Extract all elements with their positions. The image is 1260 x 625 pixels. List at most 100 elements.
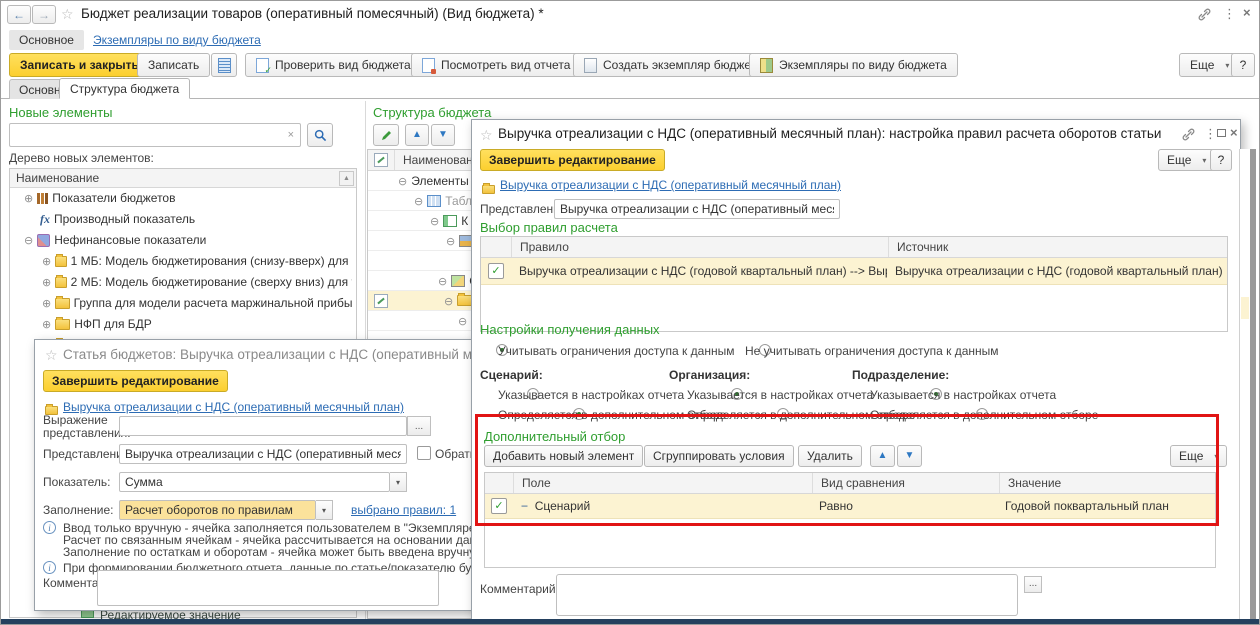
structure-move-down-button[interactable]: ▼ bbox=[431, 124, 455, 146]
rules-finish-editing-button[interactable]: Завершить редактирование bbox=[480, 149, 665, 171]
check-budget-button[interactable]: Проверить вид бюджета bbox=[245, 53, 422, 77]
collapse-icon[interactable] bbox=[398, 174, 407, 188]
save-button[interactable]: Записать bbox=[137, 53, 210, 77]
tree-item-model-1mb[interactable]: 1 МБ: Модель бюджетирования (снизу-вверх… bbox=[42, 251, 352, 271]
rules-table-row[interactable]: Выручка отреализации с НДС (годовой квар… bbox=[481, 258, 1227, 285]
dialog-help-button[interactable]: ? bbox=[1210, 149, 1232, 171]
search-input[interactable] bbox=[10, 125, 282, 145]
collapse-icon[interactable] bbox=[430, 214, 439, 228]
selected-rules-link[interactable]: выбрано правил: 1 bbox=[351, 503, 456, 517]
filter-enabled-checkbox[interactable] bbox=[491, 498, 507, 514]
vertical-scrollbar[interactable] bbox=[1250, 149, 1256, 619]
save-close-button[interactable]: Записать и закрыть bbox=[9, 53, 150, 77]
fill-label: Заполнение: bbox=[43, 503, 113, 517]
expand-icon[interactable] bbox=[42, 296, 51, 310]
window-menu-icon[interactable]: ⋮ bbox=[1223, 7, 1236, 20]
tree-item-nonfinancial[interactable]: Нефинансовые показатели bbox=[24, 230, 206, 250]
comment-textarea[interactable] bbox=[97, 570, 439, 606]
delete-button[interactable]: Удалить bbox=[798, 445, 862, 467]
department-additional-filter-label: Определяется в дополнительном отборе bbox=[870, 408, 1098, 422]
fill-dropdown-icon[interactable] bbox=[316, 500, 333, 520]
indicator-select[interactable]: Сумма bbox=[119, 472, 390, 492]
reverse-sign-checkbox[interactable] bbox=[417, 446, 431, 460]
filter-more-button[interactable]: Еще bbox=[1170, 445, 1227, 467]
comment-textarea[interactable] bbox=[556, 574, 1018, 616]
expand-icon[interactable] bbox=[42, 317, 51, 331]
presentation-input[interactable] bbox=[554, 199, 840, 219]
search-clear-icon[interactable]: × bbox=[282, 129, 300, 141]
indicator-value: Сумма bbox=[125, 475, 163, 489]
indicator-dropdown-icon[interactable] bbox=[390, 472, 407, 492]
comment-ellipsis-button[interactable] bbox=[1024, 576, 1042, 593]
read-data-button[interactable] bbox=[211, 53, 237, 77]
copy-link-icon[interactable] bbox=[1182, 128, 1195, 141]
group-conditions-button[interactable]: Сгруппировать условия bbox=[644, 445, 794, 467]
expression-input[interactable] bbox=[119, 416, 407, 436]
folder-icon bbox=[457, 295, 472, 306]
tree-scroll-up-icon[interactable]: ▲ bbox=[339, 171, 354, 186]
dialog-favorite-star-icon[interactable]: ☆ bbox=[480, 128, 493, 142]
dialog-close-icon[interactable]: × bbox=[1230, 126, 1238, 139]
expand-icon[interactable] bbox=[24, 191, 33, 205]
expand-icon[interactable] bbox=[42, 275, 51, 289]
collapse-icon[interactable] bbox=[444, 294, 453, 308]
instances-label: Экземпляры по виду бюджета bbox=[779, 58, 947, 72]
rules-item-link[interactable]: Выручка отреализации с НДС (оперативный … bbox=[500, 178, 841, 192]
filter-move-up-button[interactable]: ▲ bbox=[870, 445, 895, 467]
info-icon bbox=[43, 561, 56, 574]
tree-item-label: Производный показатель bbox=[54, 212, 195, 226]
collapse-icon[interactable] bbox=[458, 314, 467, 328]
tree-item-budget-indicators[interactable]: Показатели бюджетов bbox=[24, 188, 175, 208]
expression-ellipsis-button[interactable] bbox=[407, 416, 431, 436]
collapse-icon[interactable] bbox=[446, 234, 455, 248]
nav-link-instances[interactable]: Экземпляры по виду бюджета bbox=[93, 33, 261, 47]
presentation-input[interactable] bbox=[119, 444, 407, 464]
collapse-icon[interactable] bbox=[414, 194, 423, 208]
back-button[interactable]: ← bbox=[7, 5, 31, 24]
collapse-icon[interactable] bbox=[24, 233, 33, 247]
rules-column-rule: Правило bbox=[512, 237, 889, 257]
fill-value: Расчет оборотов по правилам bbox=[125, 503, 293, 517]
tree-item-nfp-bdr[interactable]: НФП для БДР bbox=[42, 314, 352, 334]
search-button[interactable] bbox=[307, 123, 333, 147]
copy-link-icon[interactable] bbox=[1198, 8, 1211, 21]
structure-panel-title: Структура бюджета bbox=[373, 105, 491, 120]
tab-structure[interactable]: Структура бюджета bbox=[59, 78, 190, 99]
structure-move-up-button[interactable]: ▲ bbox=[405, 124, 429, 146]
group-conditions-label: Сгруппировать условия bbox=[653, 449, 785, 463]
rule-cell: Выручка отреализации с НДС (годовой квар… bbox=[511, 264, 887, 278]
fx-icon: fx bbox=[40, 212, 50, 227]
dialog-maximize-icon[interactable] bbox=[1217, 129, 1226, 137]
nav-section-label: Основное bbox=[19, 33, 74, 47]
article-item-link[interactable]: Выручка отреализации с НДС (оперативный … bbox=[63, 400, 404, 414]
filter-checkbox-column bbox=[485, 473, 514, 493]
filter-move-down-button[interactable]: ▼ bbox=[897, 445, 922, 467]
save-close-label: Записать и закрыть bbox=[20, 58, 139, 72]
collapse-icon[interactable] bbox=[438, 274, 447, 288]
window-close-icon[interactable]: × bbox=[1243, 6, 1251, 19]
tree-item-derived-indicator[interactable]: fx Производный показатель bbox=[40, 209, 195, 229]
nav-section-main[interactable]: Основное bbox=[9, 30, 84, 50]
dialog-menu-icon[interactable]: ⋮ bbox=[1204, 127, 1217, 140]
dialog-more-button[interactable]: Еще bbox=[1158, 149, 1215, 171]
dialog-help-label: ? bbox=[1218, 153, 1225, 167]
help-button[interactable]: ? bbox=[1231, 53, 1255, 77]
dialog-favorite-star-icon[interactable]: ☆ bbox=[45, 348, 58, 362]
rule-enabled-checkbox[interactable] bbox=[488, 263, 504, 279]
filter-table-row[interactable]: − Сценарий Равно Годовой поквартальный п… bbox=[485, 494, 1215, 519]
instances-button[interactable]: Экземпляры по виду бюджета bbox=[749, 53, 958, 77]
filter-table-header: Поле Вид сравнения Значение bbox=[485, 473, 1215, 494]
view-report-button[interactable]: Посмотреть вид отчета bbox=[411, 53, 581, 77]
arrow-down-icon: ▼ bbox=[438, 130, 448, 140]
structure-edit-button[interactable] bbox=[373, 124, 399, 146]
tree-item-margin-group[interactable]: Группа для модели расчета маржинальной п… bbox=[42, 293, 352, 313]
favorite-star-icon[interactable]: ☆ bbox=[61, 7, 74, 21]
article-finish-editing-button[interactable]: Завершить редактирование bbox=[43, 370, 228, 392]
create-instance-button[interactable]: Создать экземпляр бюджета bbox=[573, 53, 774, 77]
add-element-button[interactable]: Добавить новый элемент bbox=[484, 445, 643, 467]
tree-item-model-2mb[interactable]: 2 МБ: Модель бюджетирование (сверху вниз… bbox=[42, 272, 352, 292]
forward-button[interactable]: → bbox=[32, 5, 56, 24]
department-report-settings-label: Указывается в настройках отчета bbox=[870, 388, 1056, 402]
fill-select[interactable]: Расчет оборотов по правилам bbox=[119, 500, 316, 520]
expand-icon[interactable] bbox=[42, 254, 51, 268]
